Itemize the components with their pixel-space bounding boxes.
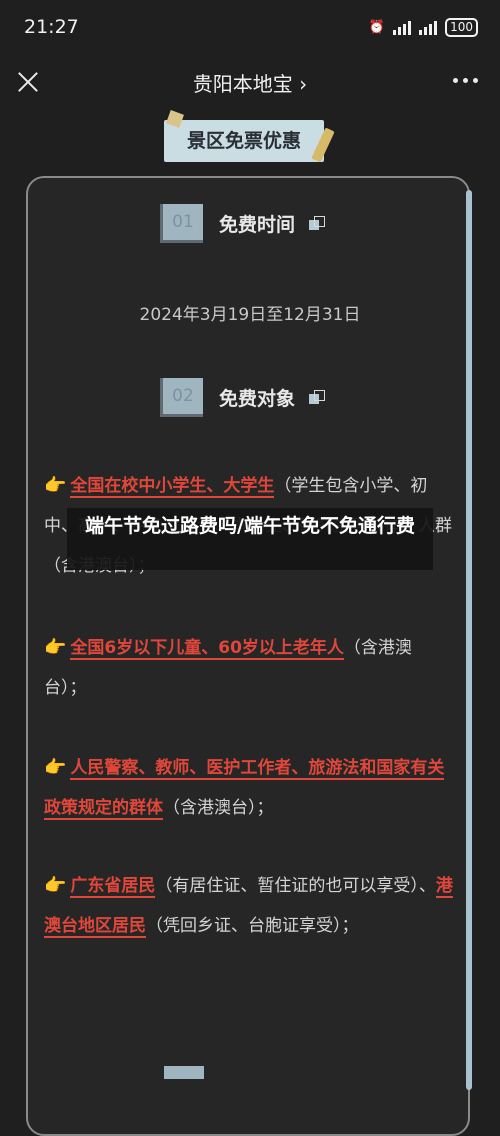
copy-icon — [309, 389, 326, 406]
article-title-overlay: 端午节免过路费吗/端午节免不免通行费 — [67, 508, 433, 570]
item-highlight: 广东省居民 — [70, 876, 156, 898]
item-text: （有居住证、暂住证的也可以享受）、 — [155, 876, 436, 896]
signal-icon — [393, 20, 412, 35]
section-title: 免费对象 — [219, 388, 296, 410]
item-highlight: 全国在校中小学生、大学生 — [70, 476, 275, 498]
list-item: 👉 广东省居民（有居住证、暂住证的也可以享受）、港澳台地区居民（凭回乡证、台胞证享… — [44, 866, 454, 946]
section-number: 01 — [160, 204, 203, 243]
status-bar: 21:27 ⏰ 100 — [0, 0, 500, 56]
close-icon[interactable] — [14, 68, 42, 96]
pointing-hand-icon: 👉 — [44, 875, 67, 896]
copy-icon — [309, 215, 326, 232]
item-text: （含港澳台）； — [163, 798, 274, 818]
list-item: 👉 人民警察、教师、医护工作者、旅游法和国家有关政策规定的群体（含港澳台）； — [44, 748, 454, 828]
pointing-hand-icon: 👉 — [44, 757, 67, 778]
page-title[interactable]: 贵阳本地宝 › — [150, 68, 350, 97]
card-edge — [466, 190, 472, 1090]
status-icons: ⏰ 100 — [369, 18, 478, 37]
section-free-objects: 02 免费对象 — [160, 378, 326, 417]
section-title: 免费时间 — [219, 214, 296, 236]
section-free-time: 01 免费时间 — [160, 204, 326, 243]
section-number: 02 — [160, 378, 203, 417]
item-text-2: （凭回乡证、台胞证享受）； — [146, 916, 359, 936]
more-icon[interactable] — [453, 78, 478, 83]
status-time: 21:27 — [24, 16, 79, 38]
nav-bar: 贵阳本地宝 › — [0, 56, 500, 108]
signal-icon-2 — [419, 20, 438, 35]
section-number-partial — [164, 1066, 204, 1079]
list-item: 👉 全国6岁以下儿童、60岁以上老年人（含港澳台）； — [44, 628, 454, 708]
alarm-icon: ⏰ — [368, 20, 386, 35]
item-highlight: 全国6岁以下儿童、60岁以上老年人 — [70, 638, 344, 660]
free-time-range: 2024年3月19日至12月31日 — [139, 305, 361, 325]
section-banner: 景区免票优惠 — [164, 120, 324, 162]
battery-icon: 100 — [445, 18, 478, 37]
pointing-hand-icon: 👉 — [44, 475, 67, 496]
pointing-hand-icon: 👉 — [44, 637, 67, 658]
